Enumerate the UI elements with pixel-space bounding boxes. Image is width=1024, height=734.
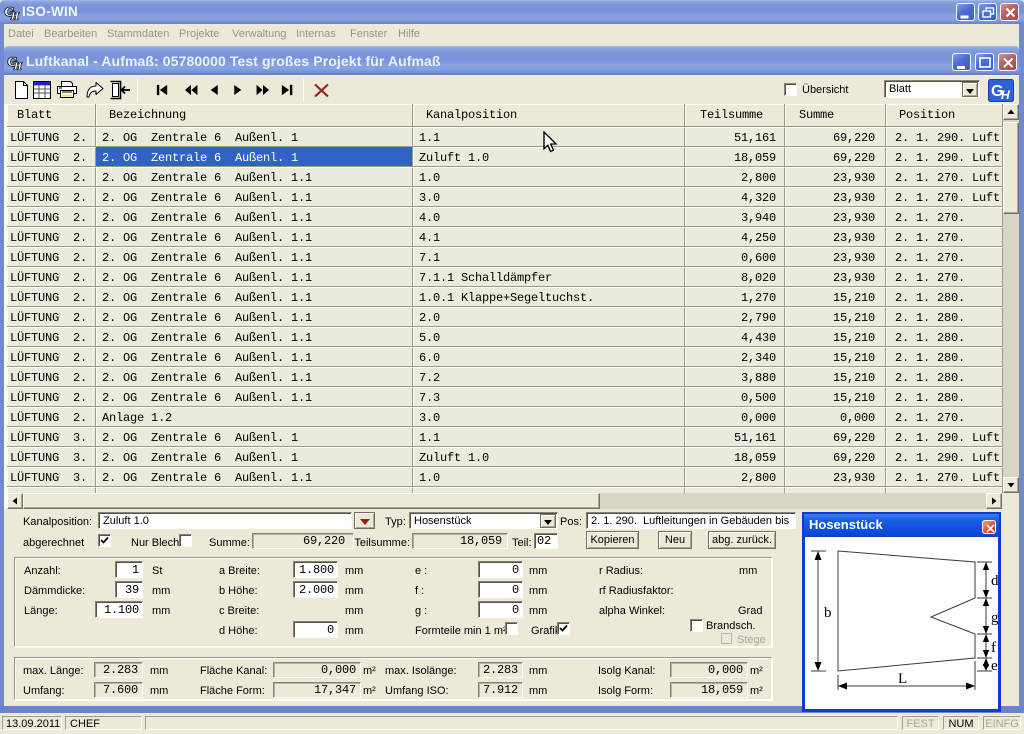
- svg-text:d: d: [991, 573, 998, 589]
- svg-text:f: f: [991, 640, 996, 656]
- svg-text:b: b: [824, 605, 832, 621]
- svg-text:H: H: [1001, 88, 1010, 102]
- svg-text:L: L: [898, 671, 907, 687]
- svg-text:H: H: [13, 62, 23, 72]
- svg-text:e: e: [991, 658, 998, 674]
- svg-text:H: H: [10, 12, 20, 22]
- svg-text:g: g: [991, 610, 998, 626]
